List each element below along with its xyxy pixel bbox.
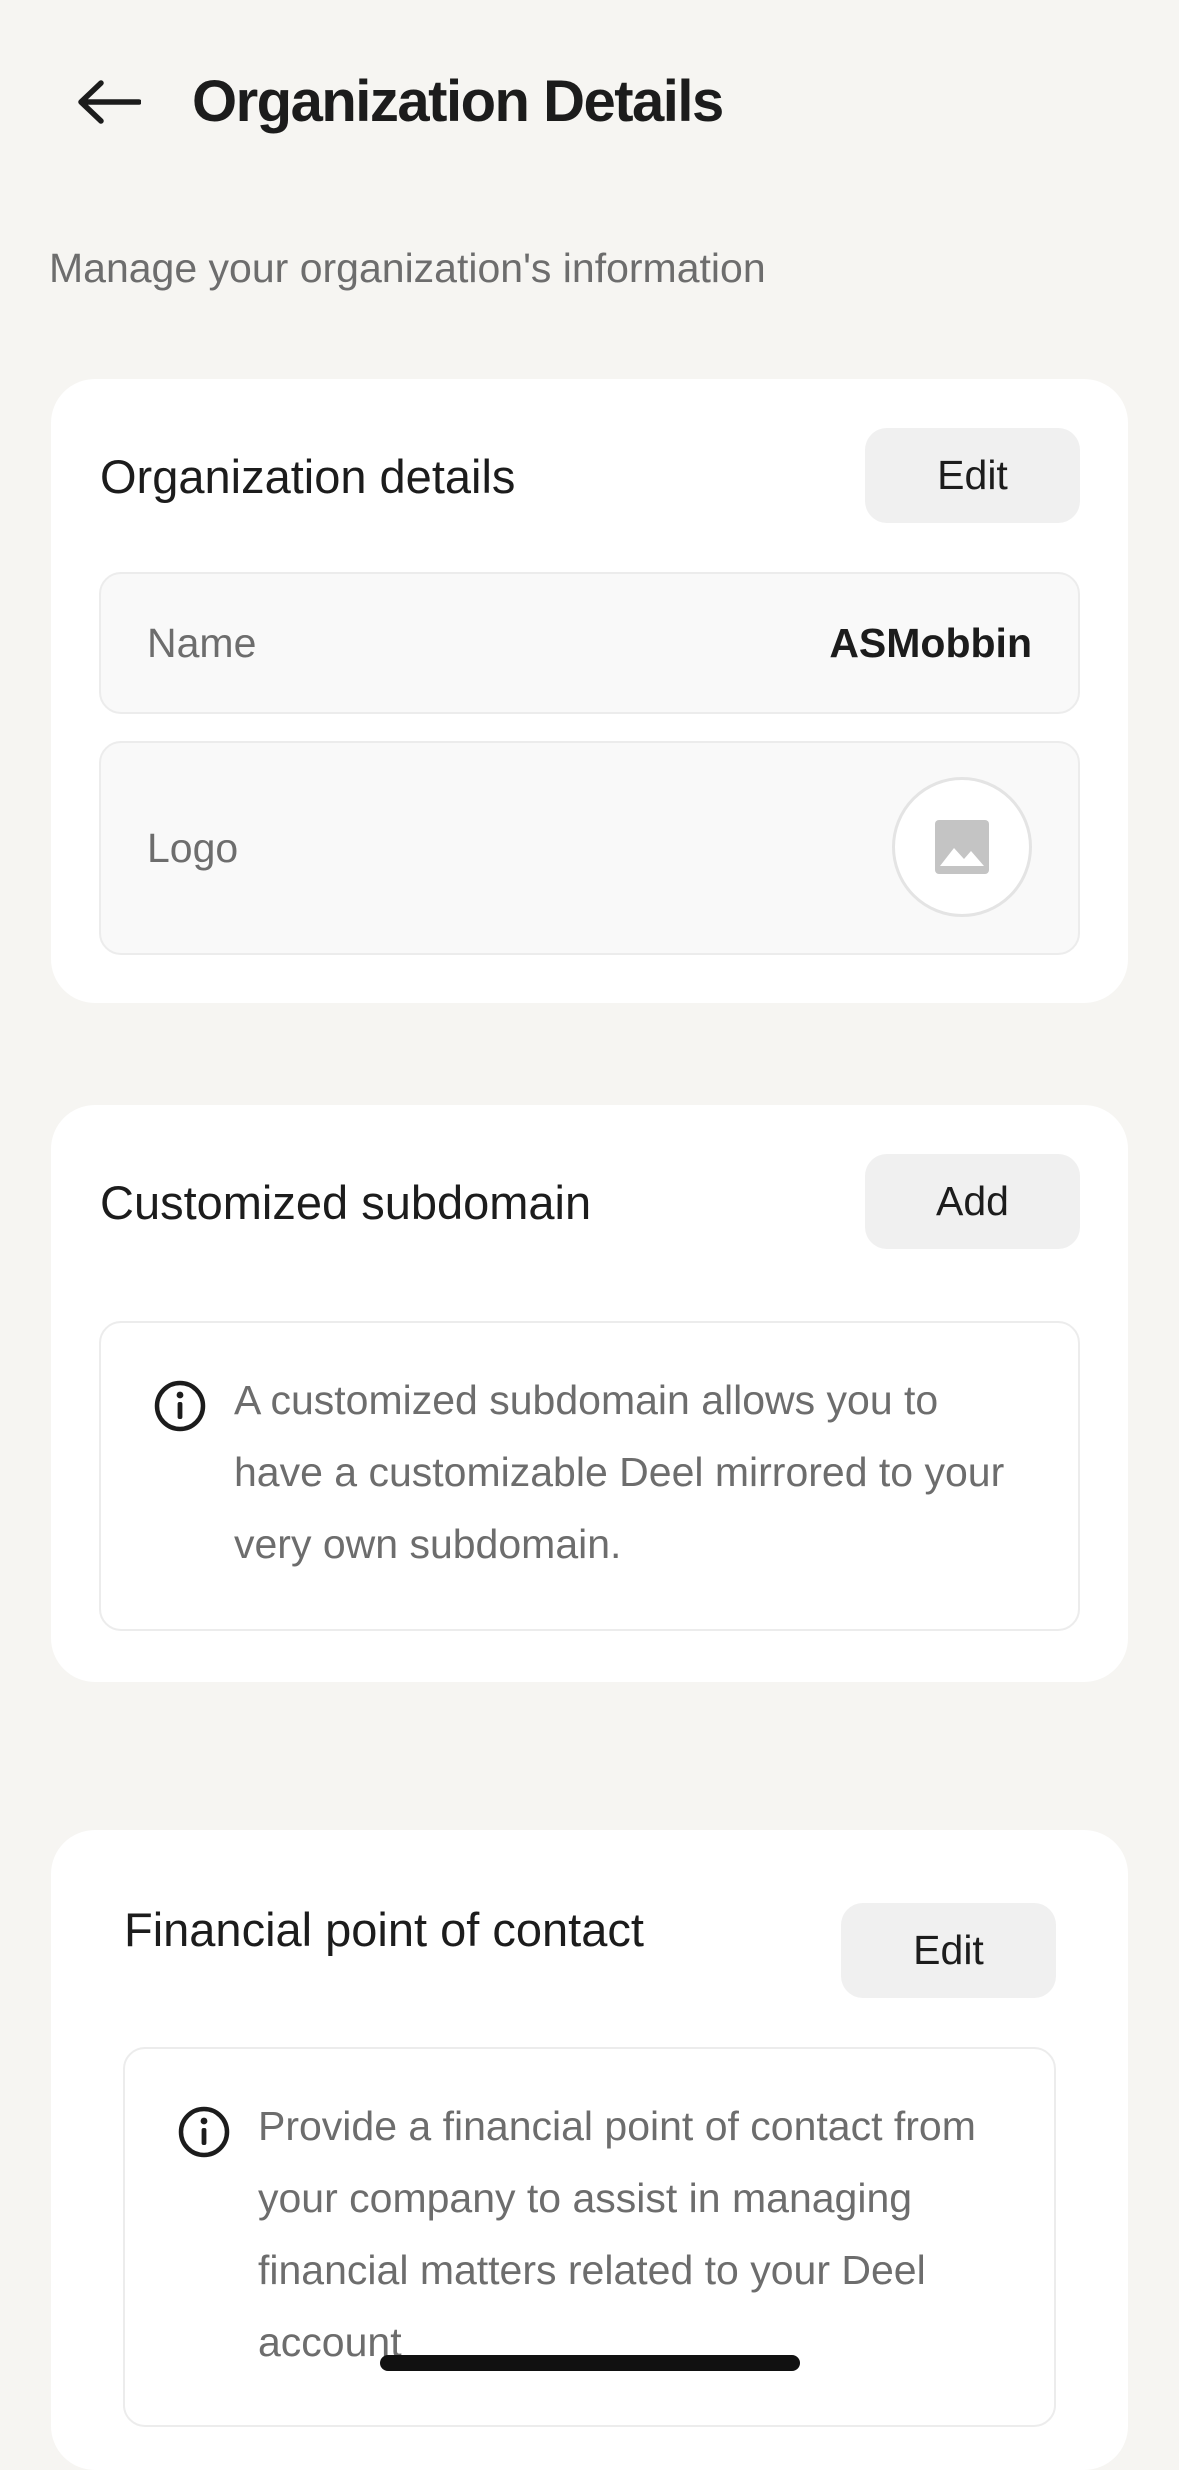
info-icon: [154, 1380, 206, 1432]
logo-label: Logo: [147, 825, 239, 871]
name-value: ASMobbin: [829, 620, 1032, 666]
customized-subdomain-card: Customized subdomain Add A customized su…: [51, 1105, 1128, 1682]
card-title: Customized subdomain: [100, 1176, 592, 1229]
info-icon: [178, 2106, 230, 2158]
name-label: Name: [147, 620, 257, 666]
arrow-left-icon: [78, 80, 141, 124]
home-indicator[interactable]: [380, 2355, 800, 2371]
card-title: Financial point of contact: [124, 1903, 644, 1956]
financial-contact-info-text: Provide a financial point of contact fro…: [258, 2103, 976, 2365]
financial-contact-card: Financial point of contact Edit Provide …: [51, 1830, 1128, 2470]
organization-details-card: Organization details Edit Name ASMobbin …: [51, 379, 1128, 1003]
logo-field-row[interactable]: Logo: [99, 741, 1080, 955]
logo-placeholder[interactable]: [892, 777, 1032, 917]
page-title: Organization Details: [192, 69, 724, 134]
add-subdomain-button[interactable]: Add: [865, 1154, 1080, 1249]
edit-financial-contact-button[interactable]: Edit: [841, 1903, 1056, 1998]
back-button[interactable]: [66, 62, 152, 142]
header: Organization Details: [0, 0, 1179, 200]
subdomain-info-box: A customized subdomain allows you to hav…: [99, 1321, 1080, 1631]
image-placeholder-icon: [935, 820, 989, 874]
name-field-row: Name ASMobbin: [99, 572, 1080, 714]
subdomain-info-text: A customized subdomain allows you to hav…: [234, 1377, 1005, 1567]
card-title: Organization details: [100, 450, 516, 503]
edit-organization-button[interactable]: Edit: [865, 428, 1080, 523]
page-subtitle: Manage your organization's information: [49, 245, 766, 291]
